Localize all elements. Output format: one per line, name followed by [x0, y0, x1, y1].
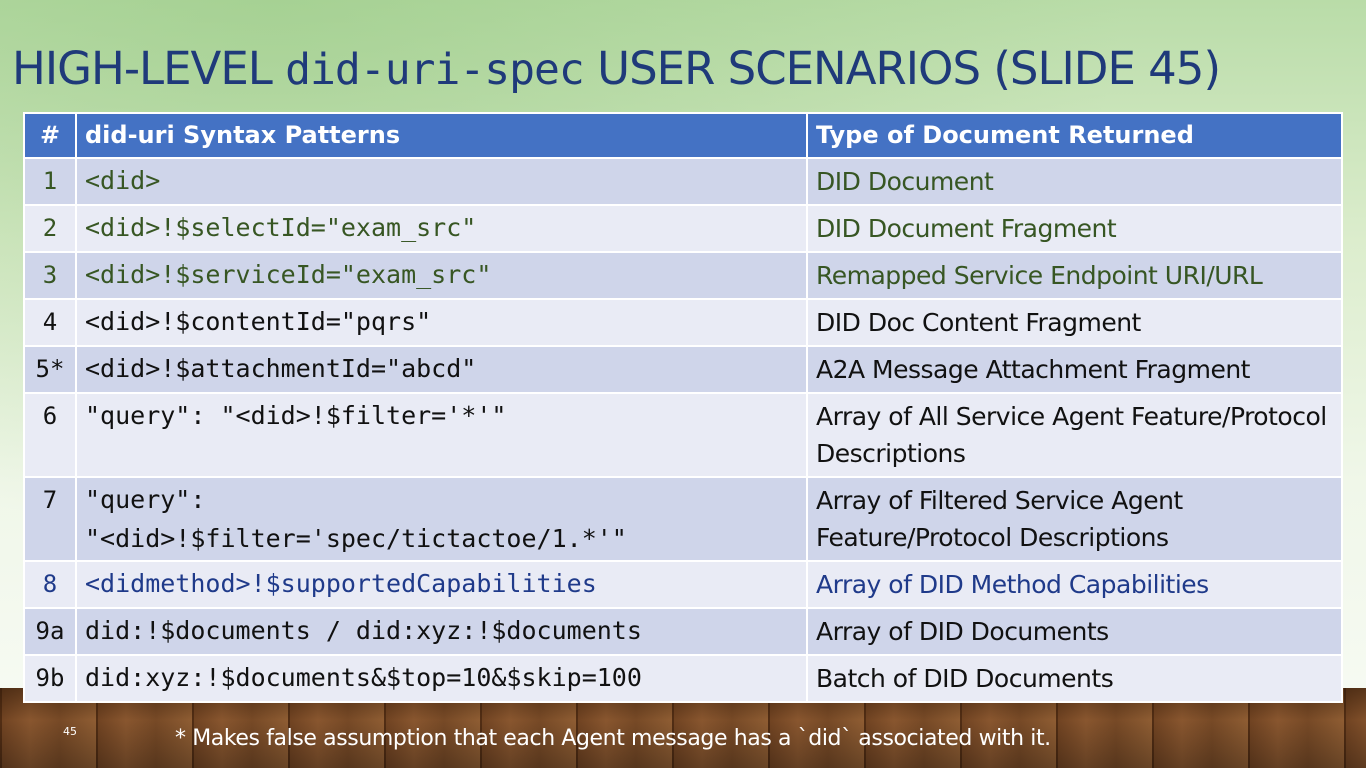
table-row: 1 <did> DID Document [23, 157, 1343, 206]
row-doc: Array of DID Documents [806, 607, 1343, 656]
title-prefix: HIGH-LEVEL [12, 42, 286, 95]
table-row: 9a did:!$documents / did:xyz:!$documents… [23, 607, 1343, 656]
row-num: 9a [23, 607, 77, 656]
row-doc: DID Doc Content Fragment [806, 298, 1343, 347]
row-doc: A2A Message Attachment Fragment [806, 345, 1343, 394]
row-num: 1 [23, 157, 77, 206]
row-num: 8 [23, 560, 77, 609]
row-pattern: <didmethod>!$supportedCapabilities [75, 560, 808, 609]
row-num: 9b [23, 654, 77, 703]
row-pattern: <did>!$selectId="exam_src" [75, 204, 808, 253]
table-row: 5* <did>!$attachmentId="abcd" A2A Messag… [23, 345, 1343, 394]
table-row: 8 <didmethod>!$supportedCapabilities Arr… [23, 560, 1343, 609]
row-doc: Remapped Service Endpoint URI/URL [806, 251, 1343, 300]
table-header-row: # did-uri Syntax Patterns Type of Docume… [23, 112, 1343, 159]
row-pattern: did:xyz:!$documents&$top=10&$skip=100 [75, 654, 808, 703]
scenarios-table: # did-uri Syntax Patterns Type of Docume… [23, 112, 1343, 703]
row-pattern: did:!$documents / did:xyz:!$documents [75, 607, 808, 656]
footnote: * Makes false assumption that each Agent… [175, 726, 1051, 751]
row-doc: DID Document [806, 157, 1343, 206]
row-pattern: "query": "<did>!$filter='spec/tictactoe/… [75, 476, 808, 562]
slide-number: 45 [63, 725, 77, 738]
row-doc: Array of All Service Agent Feature/Proto… [806, 392, 1343, 478]
row-num: 3 [23, 251, 77, 300]
title-code: did-uri-spec [285, 45, 585, 95]
table-row: 7 "query": "<did>!$filter='spec/tictacto… [23, 476, 1343, 562]
row-num: 7 [23, 476, 77, 562]
table-row: 3 <did>!$serviceId="exam_src" Remapped S… [23, 251, 1343, 300]
table-row: 2 <did>!$selectId="exam_src" DID Documen… [23, 204, 1343, 253]
table-row: 4 <did>!$contentId="pqrs" DID Doc Conten… [23, 298, 1343, 347]
slide-title: HIGH-LEVEL did-uri-spec USER SCENARIOS (… [12, 42, 1221, 95]
row-doc: Array of DID Method Capabilities [806, 560, 1343, 609]
row-pattern: <did>!$serviceId="exam_src" [75, 251, 808, 300]
header-pattern: did-uri Syntax Patterns [75, 112, 808, 159]
row-doc: DID Document Fragment [806, 204, 1343, 253]
row-num: 5* [23, 345, 77, 394]
row-doc: Array of Filtered Service Agent Feature/… [806, 476, 1343, 562]
row-pattern: <did>!$attachmentId="abcd" [75, 345, 808, 394]
row-pattern: <did> [75, 157, 808, 206]
row-num: 4 [23, 298, 77, 347]
row-doc: Batch of DID Documents [806, 654, 1343, 703]
title-suffix: USER SCENARIOS (SLIDE 45) [583, 42, 1221, 95]
row-pattern: <did>!$contentId="pqrs" [75, 298, 808, 347]
table-row: 6 "query": "<did>!$filter='*'" Array of … [23, 392, 1343, 478]
table-row: 9b did:xyz:!$documents&$top=10&$skip=100… [23, 654, 1343, 703]
row-num: 6 [23, 392, 77, 478]
header-num: # [23, 112, 77, 159]
row-num: 2 [23, 204, 77, 253]
header-doc: Type of Document Returned [806, 112, 1343, 159]
row-pattern: "query": "<did>!$filter='*'" [75, 392, 808, 478]
